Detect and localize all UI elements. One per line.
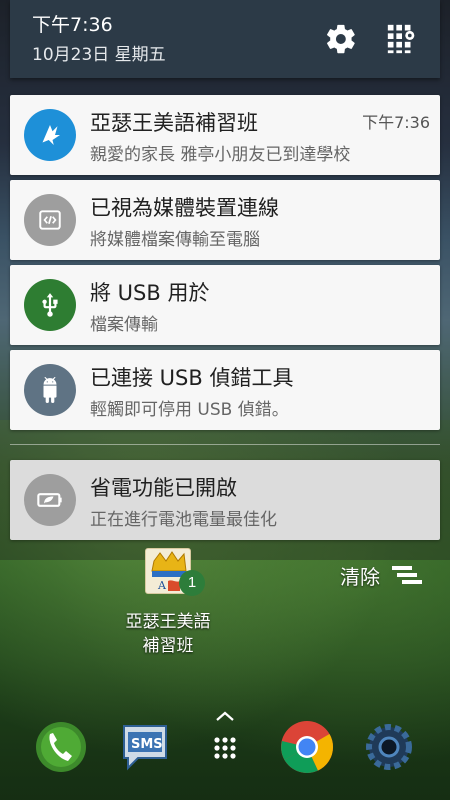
svg-text:SMS: SMS [131, 737, 163, 752]
notification-card-app[interactable]: 亞瑟王美語補習班 親愛的家長 雅亭小朋友已到達學校 下午7:36 [10, 95, 440, 175]
chrome-icon[interactable] [278, 718, 336, 776]
notification-text: 正在進行電池電量最佳化 [90, 510, 277, 530]
notification-card-media-device[interactable]: 已視為媒體裝置連線 將媒體檔案傳輸至電腦 [10, 180, 440, 260]
notification-title: 省電功能已開啟 [90, 476, 237, 500]
notification-text: 將媒體檔案傳輸至電腦 [90, 230, 260, 250]
clear-all-icon [392, 566, 422, 584]
notification-title: 已連接 USB 偵錯工具 [90, 366, 294, 390]
quick-settings-button[interactable] [385, 22, 419, 56]
app-shortcut[interactable]: A 1 亞瑟王美語 補習班 [118, 548, 218, 663]
svg-text:A: A [157, 579, 167, 592]
settings-gear-icon[interactable] [360, 718, 418, 776]
notification-text: 親愛的家長 雅亭小朋友已到達學校 [90, 145, 351, 165]
app-drawer-icon[interactable] [196, 718, 254, 776]
notification-card-usb-mode[interactable]: 將 USB 用於 檔案傳輸 [10, 265, 440, 345]
divider [10, 444, 440, 445]
clock: 下午7:36 [32, 14, 113, 36]
notification-title: 亞瑟王美語補習班 [90, 111, 258, 135]
notification-title: 已視為媒體裝置連線 [90, 196, 279, 220]
notification-time: 下午7:36 [362, 113, 430, 132]
app-logo-icon [24, 109, 76, 161]
date: 10月23日 星期五 [32, 45, 166, 65]
notification-text: 檔案傳輸 [90, 315, 158, 335]
clear-all-label: 清除 [340, 564, 380, 589]
phone-icon[interactable] [32, 718, 90, 776]
notification-header: 下午7:36 10月23日 星期五 [10, 0, 440, 78]
notification-card-battery-saver[interactable]: 省電功能已開啟 正在進行電池電量最佳化 [10, 460, 440, 540]
notification-title: 將 USB 用於 [90, 281, 210, 305]
gear-icon [327, 24, 355, 54]
notification-card-usb-debug[interactable]: 已連接 USB 偵錯工具 輕觸即可停用 USB 偵錯。 [10, 350, 440, 430]
dock: SMS [0, 712, 450, 792]
code-icon [24, 194, 76, 246]
usb-icon [24, 279, 76, 331]
clear-all-button[interactable]: 清除 [340, 558, 440, 592]
sms-icon[interactable]: SMS [116, 718, 174, 776]
android-icon [24, 364, 76, 416]
battery-saver-icon [24, 474, 76, 526]
notification-badge: 1 [179, 570, 205, 596]
settings-button[interactable] [324, 22, 358, 56]
app-label: 亞瑟王美語 補習班 [125, 612, 211, 656]
notification-text: 輕觸即可停用 USB 偵錯。 [90, 400, 289, 420]
quick-settings-icon [387, 24, 415, 54]
